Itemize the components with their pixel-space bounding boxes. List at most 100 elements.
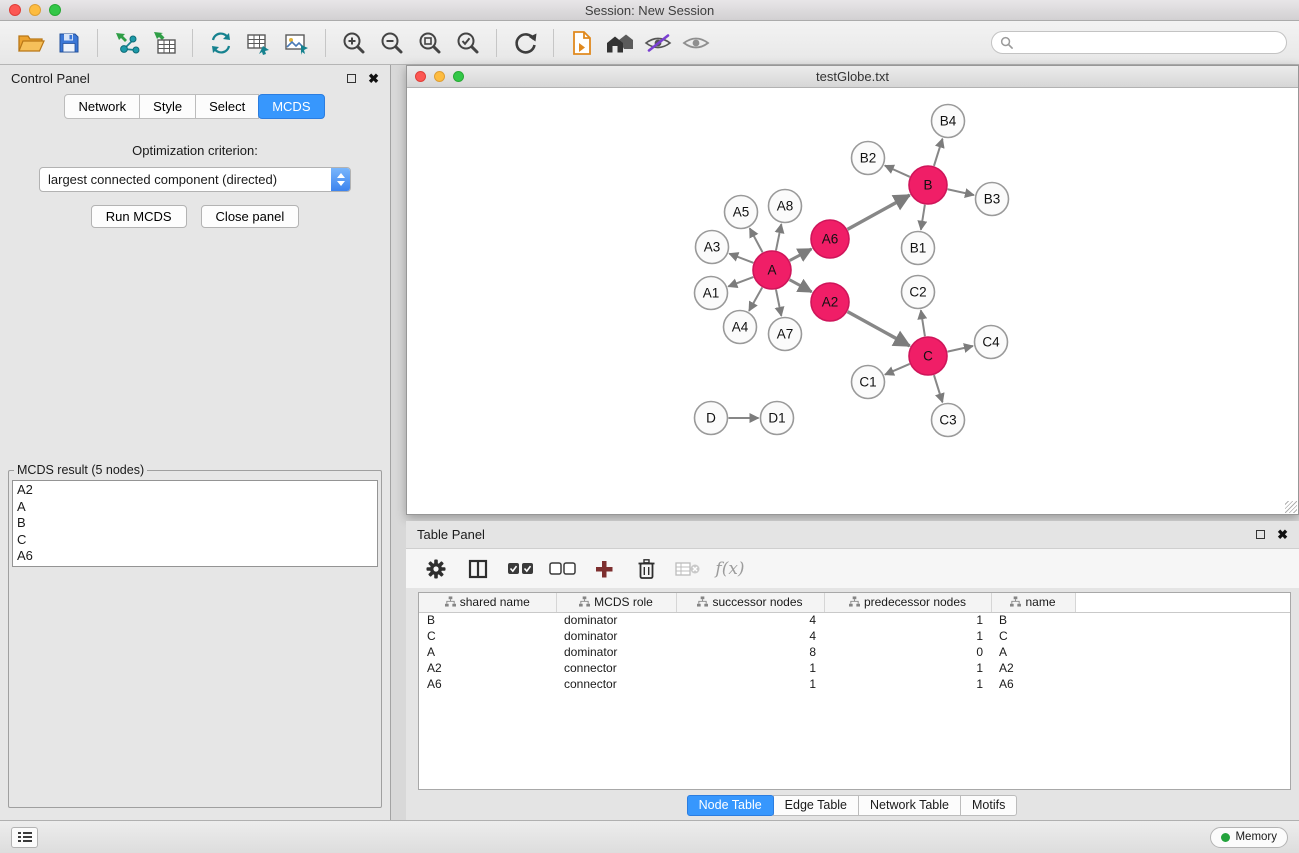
table-row-a2[interactable]: A2connector11A2 xyxy=(419,660,1290,676)
node-A2[interactable]: A2 xyxy=(811,283,849,321)
tab-mcds[interactable]: MCDS xyxy=(258,94,324,119)
column-header-mcds-role[interactable]: MCDS role xyxy=(556,593,676,612)
node-A4[interactable]: A4 xyxy=(724,311,757,344)
save-session-button[interactable] xyxy=(50,26,88,60)
show-panels-button[interactable] xyxy=(11,827,38,848)
cell-shared-name[interactable]: A xyxy=(419,644,556,660)
cell-predecessor-nodes[interactable]: 0 xyxy=(824,644,991,660)
cell-name[interactable]: A xyxy=(991,644,1075,660)
tab-edge-table[interactable]: Edge Table xyxy=(773,795,859,816)
edge-A-A4[interactable] xyxy=(749,287,762,310)
node-C3[interactable]: C3 xyxy=(932,404,965,437)
edge-C-C3[interactable] xyxy=(934,375,943,402)
delete-column-button[interactable] xyxy=(630,554,662,584)
cell-predecessor-nodes[interactable]: 1 xyxy=(824,660,991,676)
memory-button[interactable]: Memory xyxy=(1210,827,1288,848)
hide-annotations-button[interactable] xyxy=(639,26,677,60)
edge-A2-C[interactable] xyxy=(848,312,910,346)
cell-shared-name[interactable]: A6 xyxy=(419,676,556,692)
edge-A-A7[interactable] xyxy=(776,290,781,316)
zoom-window-button[interactable] xyxy=(49,4,61,16)
edge-A-A6[interactable] xyxy=(790,249,812,261)
node-B[interactable]: B xyxy=(909,166,947,204)
node-B4[interactable]: B4 xyxy=(932,105,965,138)
cell-successor-nodes[interactable]: 8 xyxy=(676,644,824,660)
node-C4[interactable]: C4 xyxy=(975,326,1008,359)
import-table-button[interactable] xyxy=(145,26,183,60)
export-image-button[interactable] xyxy=(278,26,316,60)
node-C[interactable]: C xyxy=(909,337,947,375)
node-A3[interactable]: A3 xyxy=(696,231,729,264)
cell-mcds-role[interactable]: dominator xyxy=(556,644,676,660)
cell-shared-name[interactable]: B xyxy=(419,612,556,628)
result-item-a[interactable]: A xyxy=(17,499,373,516)
clone-network-button[interactable] xyxy=(202,26,240,60)
node-A6[interactable]: A6 xyxy=(811,220,849,258)
import-network-button[interactable] xyxy=(107,26,145,60)
table-row-a6[interactable]: A6connector11A6 xyxy=(419,676,1290,692)
network-zoom-button[interactable] xyxy=(453,71,464,82)
cell-mcds-role[interactable]: dominator xyxy=(556,628,676,644)
cell-predecessor-nodes[interactable]: 1 xyxy=(824,676,991,692)
node-A7[interactable]: A7 xyxy=(769,318,802,351)
cell-successor-nodes[interactable]: 1 xyxy=(676,676,824,692)
cell-name[interactable]: A6 xyxy=(991,676,1075,692)
result-item-c[interactable]: C xyxy=(17,532,373,549)
run-mcds-button[interactable]: Run MCDS xyxy=(91,205,187,228)
edge-C-C2[interactable] xyxy=(921,310,925,336)
toolbar-search[interactable] xyxy=(991,31,1287,54)
node-A1[interactable]: A1 xyxy=(695,277,728,310)
table-row-b[interactable]: Bdominator41B xyxy=(419,612,1290,628)
cell-name[interactable]: B xyxy=(991,612,1075,628)
cell-successor-nodes[interactable]: 4 xyxy=(676,612,824,628)
column-header-shared-name[interactable]: shared name xyxy=(419,593,556,612)
cell-successor-nodes[interactable]: 1 xyxy=(676,660,824,676)
node-A8[interactable]: A8 xyxy=(769,190,802,223)
close-panel-button[interactable]: Close panel xyxy=(201,205,300,228)
node-C2[interactable]: C2 xyxy=(902,276,935,309)
close-panel-icon[interactable]: ✖ xyxy=(1277,530,1288,539)
edge-A-A5[interactable] xyxy=(750,228,763,252)
window-resize-grip[interactable] xyxy=(1285,501,1297,513)
tab-style[interactable]: Style xyxy=(139,94,196,119)
create-column-button[interactable] xyxy=(588,554,620,584)
zoom-in-button[interactable] xyxy=(335,26,373,60)
table-row-a[interactable]: Adominator80A xyxy=(419,644,1290,660)
export-table-button[interactable] xyxy=(240,26,278,60)
mcds-result-list[interactable]: A2ABCA6 xyxy=(12,480,378,567)
show-view-button[interactable] xyxy=(677,26,715,60)
column-header-name[interactable]: name xyxy=(991,593,1075,612)
tab-motifs[interactable]: Motifs xyxy=(960,795,1017,816)
float-panel-icon[interactable] xyxy=(347,74,356,83)
edge-B-B1[interactable] xyxy=(921,205,925,230)
node-D1[interactable]: D1 xyxy=(761,402,794,435)
minimize-window-button[interactable] xyxy=(29,4,41,16)
tab-select[interactable]: Select xyxy=(195,94,259,119)
cell-shared-name[interactable]: A2 xyxy=(419,660,556,676)
function-builder-button[interactable]: f(x) xyxy=(714,554,746,584)
edge-B-B3[interactable] xyxy=(948,189,974,195)
select-all-button[interactable] xyxy=(504,554,536,584)
node-B1[interactable]: B1 xyxy=(902,232,935,265)
edge-C-C4[interactable] xyxy=(948,346,973,352)
node-A5[interactable]: A5 xyxy=(725,196,758,229)
cell-predecessor-nodes[interactable]: 1 xyxy=(824,628,991,644)
network-graph[interactable]: B4B2BB3A5A8A6A3B1AC2A1A2A4A7C4CC1C3DD1 xyxy=(407,88,1298,514)
tab-node-table[interactable]: Node Table xyxy=(687,795,774,816)
open-session-button[interactable] xyxy=(12,26,50,60)
table-settings-button[interactable] xyxy=(420,554,452,584)
cell-mcds-role[interactable]: connector xyxy=(556,660,676,676)
edge-B-B4[interactable] xyxy=(934,139,943,166)
network-minimize-button[interactable] xyxy=(434,71,445,82)
cell-successor-nodes[interactable]: 4 xyxy=(676,628,824,644)
float-panel-icon[interactable] xyxy=(1256,530,1265,539)
result-item-b[interactable]: B xyxy=(17,515,373,532)
cell-shared-name[interactable]: C xyxy=(419,628,556,644)
column-header-successor-nodes[interactable]: successor nodes xyxy=(676,593,824,612)
edge-A-A8[interactable] xyxy=(776,224,781,250)
home-button[interactable] xyxy=(601,26,639,60)
delete-table-button[interactable] xyxy=(672,554,704,584)
edge-C-C1[interactable] xyxy=(885,364,910,375)
zoom-selected-button[interactable] xyxy=(449,26,487,60)
table-row-c[interactable]: Cdominator41C xyxy=(419,628,1290,644)
